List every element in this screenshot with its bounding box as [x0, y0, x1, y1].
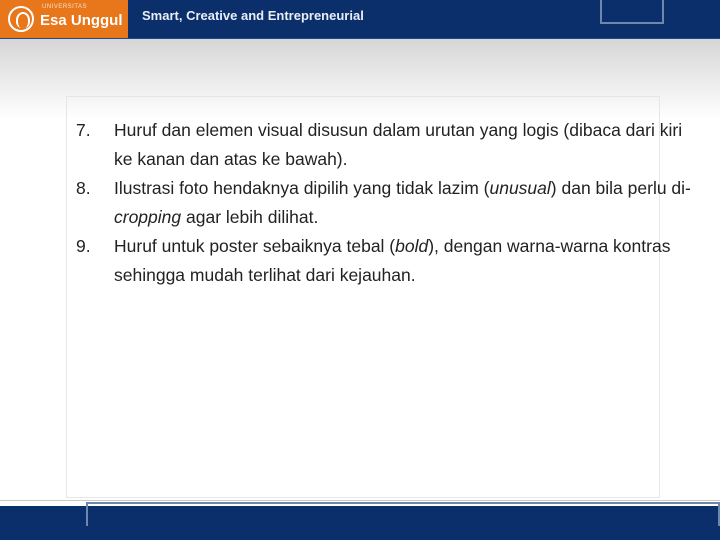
- list-text: Ilustrasi foto hendaknya dipilih yang ti…: [114, 178, 490, 198]
- list-text-italic: bold: [395, 236, 429, 256]
- list-number: 8.: [76, 178, 91, 198]
- header-decorative-frame: [600, 0, 664, 24]
- list-text: ) dan bila perlu di-: [550, 178, 691, 198]
- list-text-italic: unusual: [489, 178, 551, 198]
- list-item: 9. Huruf untuk poster sebaiknya tebal (b…: [76, 232, 696, 290]
- header-bar: UNIVERSITAS Esa Unggul Smart, Creative a…: [0, 0, 720, 39]
- header-tagline: Smart, Creative and Entrepreneurial: [142, 8, 364, 23]
- list-text: Huruf untuk poster sebaiknya tebal (: [114, 236, 396, 256]
- list-number: 7.: [76, 120, 91, 140]
- logo-brand-name: Esa Unggul: [40, 12, 123, 29]
- slide-content: 7. Huruf dan elemen visual disusun dalam…: [76, 116, 696, 290]
- list-number: 9.: [76, 236, 91, 256]
- list-text: Huruf dan elemen visual disusun dalam ur…: [114, 120, 683, 169]
- footer-decorative-frame: [86, 502, 720, 526]
- logo-small-text: UNIVERSITAS: [42, 4, 88, 10]
- footer-divider: [0, 500, 720, 501]
- list-item: 7. Huruf dan elemen visual disusun dalam…: [76, 116, 696, 174]
- list-text-italic: cropping: [114, 207, 182, 227]
- list-item: 8. Ilustrasi foto hendaknya dipilih yang…: [76, 174, 696, 232]
- logo-emblem-icon: [8, 6, 34, 32]
- list-text: agar lebih dilihat.: [181, 207, 319, 227]
- university-logo: UNIVERSITAS Esa Unggul: [0, 0, 128, 38]
